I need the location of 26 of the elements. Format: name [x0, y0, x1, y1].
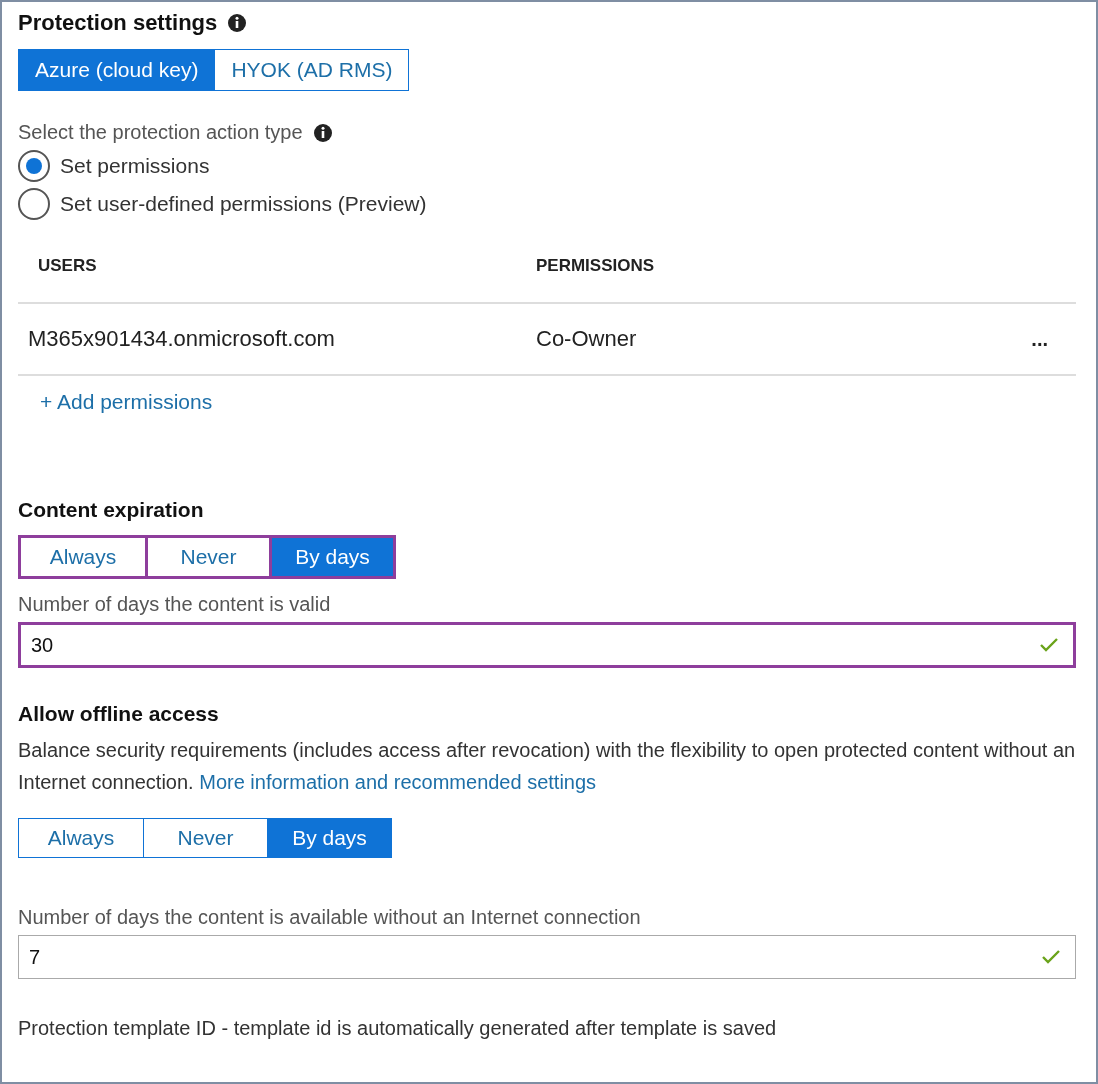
info-icon [227, 13, 248, 33]
option-tab[interactable]: By days [267, 819, 391, 857]
radio-label: Set user-defined permissions (Preview) [60, 192, 427, 216]
radio-button[interactable] [18, 188, 50, 220]
input-field[interactable]: 7 [18, 935, 1076, 979]
input-field[interactable]: 30 [18, 622, 1076, 668]
section-title: Content expiration [18, 498, 204, 522]
info-icon [312, 122, 333, 143]
field-label: Number of days the content is available without an Internet connection [18, 906, 641, 929]
field-label: Number of days the content is valid [18, 593, 331, 616]
radio-button[interactable] [18, 150, 50, 182]
field-label: Select the protection action type [18, 121, 303, 144]
info-link[interactable]: More information and recommended settings [199, 771, 597, 793]
radio-label: Set permissions [60, 154, 210, 178]
section-title: Allow offline access [18, 702, 219, 726]
table-cell-text: Co-Owner [536, 326, 638, 352]
key-type-tab[interactable]: Azure (cloud key) [19, 50, 215, 90]
description-text: Balance security requirements (includes access after revocation) with the flexibility to open protected content without an Internet connection. More information and recommended settings [18, 738, 1077, 795]
section-title: Protection settings [18, 10, 218, 36]
more-button[interactable]: ... [1031, 327, 1048, 351]
column-header: USERS [37, 256, 98, 276]
option-tab[interactable]: By days [269, 538, 393, 576]
template-id-note: Protection template ID - template id is automatically generated after template is saved [18, 1017, 777, 1040]
add-permissions-link[interactable]: + Add permissions [40, 390, 213, 414]
column-header: PERMISSIONS [536, 256, 655, 276]
table-cell-text: M365x901434.onmicrosoft.com [27, 326, 336, 352]
